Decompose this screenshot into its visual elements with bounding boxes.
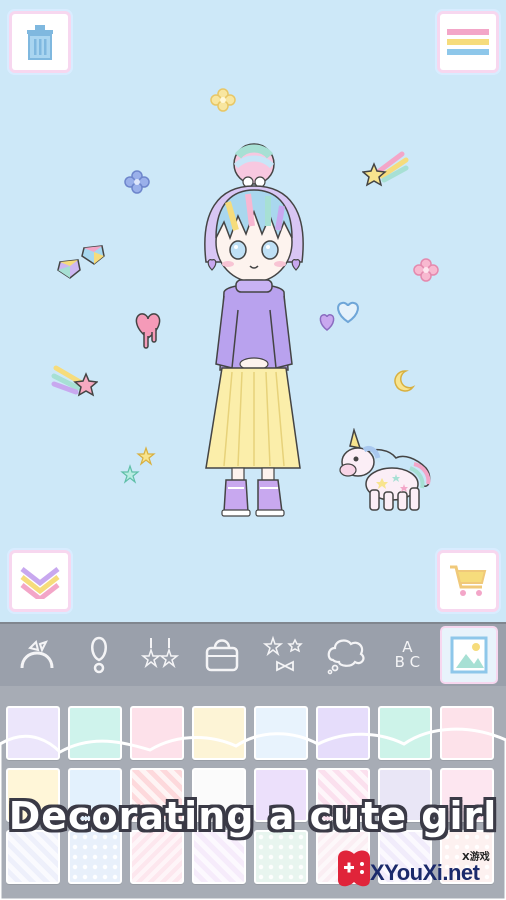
promo-caption: Decorating a cute girl	[8, 794, 498, 838]
game-screen: { "scene": { "background_color": "#cde8f…	[0, 0, 506, 900]
speech-bubble-icon	[327, 639, 365, 675]
unicorn-icon	[339, 428, 431, 511]
tab-sparkle-bows[interactable]	[257, 628, 311, 682]
background-swatch[interactable]	[6, 830, 60, 884]
background-swatch[interactable]	[254, 706, 308, 760]
shopping-cart-icon	[450, 565, 487, 596]
flower-icon	[413, 258, 439, 282]
double-chevron-down-icon	[20, 567, 60, 599]
trash-icon	[27, 25, 53, 60]
category-toolbar: A B C	[0, 622, 506, 686]
tab-speech-bubble[interactable]	[319, 628, 373, 682]
background-swatch[interactable]	[68, 830, 122, 884]
background-swatch[interactable]	[130, 706, 184, 760]
gem-icon	[81, 245, 105, 265]
tab-headband[interactable]	[10, 628, 64, 682]
flower-icon	[210, 88, 236, 112]
cart-button[interactable]	[440, 553, 496, 609]
moon-icon	[394, 370, 416, 392]
tab-text[interactable]: A B C	[380, 628, 434, 682]
doll-character	[204, 143, 304, 517]
shooting-star-icon	[362, 151, 409, 187]
background-swatch[interactable]	[378, 706, 432, 760]
background-swatch[interactable]	[6, 706, 60, 760]
background-picture-icon	[450, 636, 488, 674]
background-swatch[interactable]	[68, 706, 122, 760]
site-watermark: X游戏 XYouXi.net	[334, 838, 506, 900]
flower-icon	[124, 170, 150, 194]
menu-button[interactable]	[440, 14, 496, 70]
background-swatch[interactable]	[192, 706, 246, 760]
heart-icon	[319, 301, 359, 331]
gem-icon	[57, 259, 81, 279]
tab-earring[interactable]	[72, 628, 126, 682]
shooting-star-icon	[51, 365, 98, 397]
sparkle-bow-icon	[262, 635, 303, 672]
collapse-button[interactable]	[12, 553, 68, 609]
menu-icon	[447, 29, 489, 55]
watermark-site: XYouXi.net	[370, 860, 480, 885]
tab-background[interactable]	[442, 628, 497, 682]
gamepad-logo-icon	[338, 850, 370, 887]
dripping-heart-icon	[135, 313, 161, 349]
trash-button[interactable]	[12, 14, 68, 70]
headband-icon	[20, 640, 54, 669]
earring-icon	[90, 636, 107, 674]
background-swatch[interactable]	[130, 830, 184, 884]
background-swatch[interactable]	[192, 830, 246, 884]
tab-dangle-earrings[interactable]	[133, 628, 187, 682]
bag-icon	[205, 639, 239, 672]
background-swatch[interactable]	[254, 830, 308, 884]
tab-bag[interactable]	[195, 628, 249, 682]
abc-text-icon: A B C	[394, 638, 421, 671]
background-swatch[interactable]	[440, 706, 494, 760]
star-icon	[120, 446, 156, 484]
dangle-earrings-icon	[141, 638, 180, 669]
background-swatch[interactable]	[316, 706, 370, 760]
